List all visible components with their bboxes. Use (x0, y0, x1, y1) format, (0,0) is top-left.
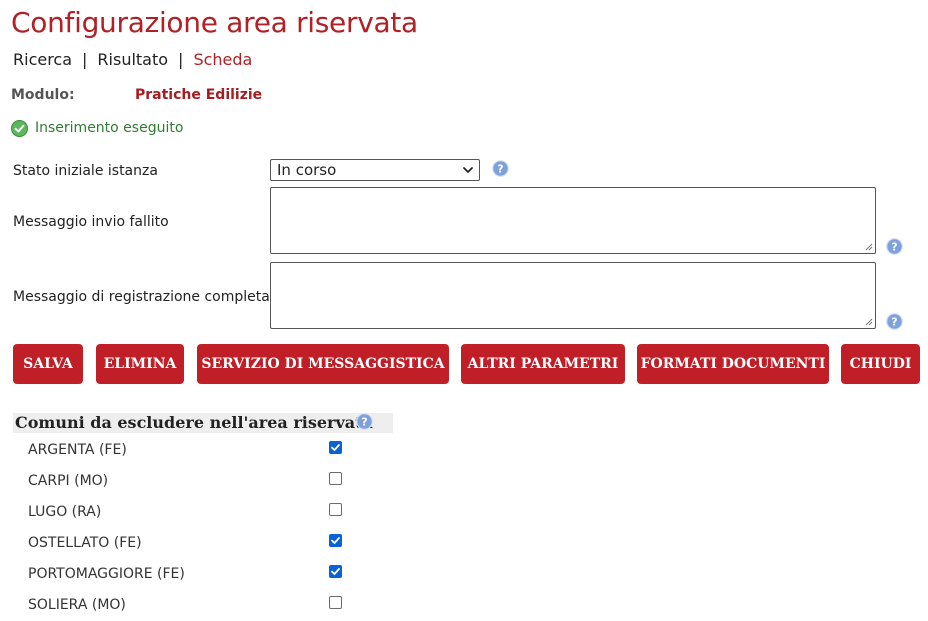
chevron-down-icon (463, 167, 473, 173)
messaggio-registrazione-label: Messaggio di registrazione completata (13, 289, 284, 305)
comune-label: SOLIERA (MO) (28, 597, 126, 613)
stato-select-value: In corso (277, 161, 337, 179)
breadcrumb-scheda: Scheda (193, 50, 253, 69)
stato-select[interactable]: In corso (270, 159, 480, 181)
breadcrumb-ricerca[interactable]: Ricerca (13, 50, 72, 69)
comune-checkbox[interactable] (329, 472, 342, 485)
check-circle-icon (11, 120, 28, 137)
comune-label: PORTOMAGGIORE (FE) (28, 566, 185, 582)
messaggio-registrazione-textarea[interactable] (270, 262, 876, 329)
messaggio-fallito-textarea[interactable] (270, 187, 876, 254)
svg-text:?: ? (891, 241, 897, 254)
checkmark-icon (331, 444, 340, 451)
servizio-messaggistica-button[interactable]: SERVIZIO DI MESSAGGISTICA (197, 344, 449, 384)
elimina-button[interactable]: ELIMINA (96, 344, 184, 384)
help-icon[interactable]: ? (886, 238, 903, 255)
help-icon[interactable]: ? (356, 413, 373, 430)
comune-checkbox[interactable] (329, 441, 342, 454)
svg-text:?: ? (891, 316, 897, 329)
messaggio-fallito-label: Messaggio invio fallito (13, 214, 169, 230)
stato-label: Stato iniziale istanza (13, 163, 158, 179)
comune-label: ARGENTA (FE) (28, 442, 127, 458)
checkmark-icon (331, 537, 340, 544)
chiudi-button[interactable]: CHIUDI (841, 344, 920, 384)
breadcrumb-separator: | (82, 50, 88, 69)
comune-checkbox[interactable] (329, 596, 342, 609)
resize-handle-icon[interactable] (864, 242, 873, 251)
comune-checkbox[interactable] (329, 565, 342, 578)
help-icon[interactable]: ? (492, 160, 509, 177)
breadcrumb-separator: | (178, 50, 184, 69)
status-message: Inserimento eseguito (35, 120, 184, 136)
salva-button[interactable]: SALVA (13, 344, 83, 384)
breadcrumb-risultato[interactable]: Risultato (97, 50, 168, 69)
help-icon[interactable]: ? (886, 313, 903, 330)
module-label: Modulo: (11, 87, 75, 103)
page-title: Configurazione area riservata (11, 6, 418, 39)
module-value: Pratiche Edilizie (135, 87, 263, 103)
checkmark-icon (331, 568, 340, 575)
breadcrumb: Ricerca | Risultato | Scheda (13, 50, 252, 69)
svg-text:?: ? (361, 416, 367, 429)
comune-label: LUGO (RA) (28, 504, 102, 520)
comune-label: CARPI (MO) (28, 473, 109, 489)
comuni-section-header: Comuni da escludere nell'area riservata (13, 413, 393, 433)
comune-checkbox[interactable] (329, 503, 342, 516)
formati-documenti-button[interactable]: FORMATI DOCUMENTI (637, 344, 829, 384)
resize-handle-icon[interactable] (864, 317, 873, 326)
altri-parametri-button[interactable]: ALTRI PARAMETRI (461, 344, 625, 384)
comune-label: OSTELLATO (FE) (28, 535, 142, 551)
svg-text:?: ? (497, 163, 503, 176)
comuni-section-title: Comuni da escludere nell'area riservata (15, 413, 373, 432)
comune-checkbox[interactable] (329, 534, 342, 547)
